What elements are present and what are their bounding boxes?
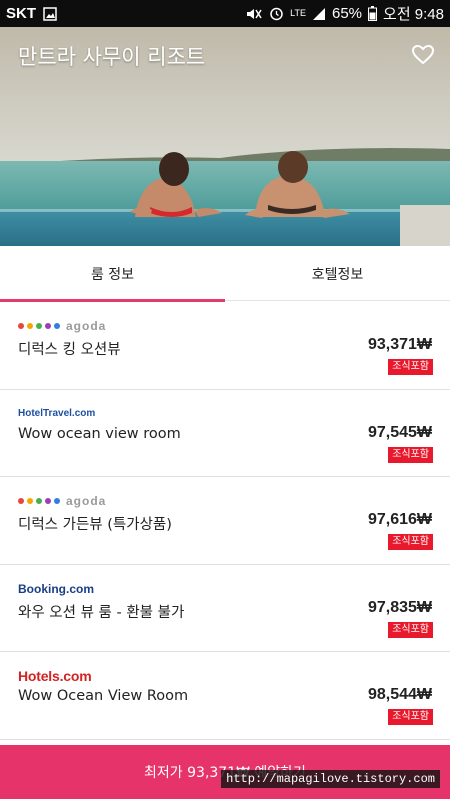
room-name: 디럭스 킹 오션뷰 [18, 342, 121, 358]
room-offer-row[interactable]: Booking.com 와우 오션 뷰 룸 - 환불 불가 97,835₩ 조식… [0, 565, 450, 652]
tab-hotel-info[interactable]: 호텔정보 [225, 246, 450, 301]
clock-label: 오전 9:48 [383, 6, 444, 23]
signal-icon [312, 7, 326, 21]
hotels-com-logo: Hotels.com [18, 668, 92, 684]
battery-label: 65% [332, 5, 363, 22]
booking-logo: Booking.com [18, 581, 95, 596]
room-offer-row[interactable]: HotelTravel.com Wow ocean view room 97,5… [0, 390, 450, 477]
agoda-logo: agoda [18, 318, 106, 334]
breakfast-badge: 조식포함 [388, 446, 433, 463]
room-offer-row[interactable]: agoda 디럭스 킹 오션뷰 93,371₩ 조식포함 [0, 302, 450, 390]
breakfast-badge: 조식포함 [388, 621, 433, 638]
room-offer-row[interactable]: agoda 디럭스 가든뷰 (특가상품) 97,616₩ 조식포함 [0, 477, 450, 565]
room-offer-row[interactable]: Hotels.com Wow Ocean View Room 98,544₩ 조… [0, 652, 450, 740]
room-name: Wow Ocean View Room [18, 688, 189, 704]
breakfast-badge: 조식포함 [388, 709, 433, 725]
breakfast-badge: 조식포함 [388, 534, 433, 550]
room-price: 97,545₩ [367, 423, 432, 441]
hoteltravel-logo: HotelTravel.com [18, 408, 96, 419]
room-price: 97,616₩ [367, 511, 432, 528]
agoda-logo: agoda [18, 493, 106, 509]
image-icon [43, 6, 57, 21]
watermark-url: http://mapagilove.tistory.com [221, 770, 440, 788]
breakfast-badge: 조식포함 [388, 359, 433, 375]
room-price: 98,544₩ [367, 686, 432, 703]
mute-icon [245, 7, 263, 21]
room-name: Wow ocean view room [18, 425, 181, 442]
status-bar: SKT LTE 65% 오전 9:48 [0, 0, 450, 27]
tab-bar: 룸 정보 호텔정보 [0, 246, 450, 302]
room-price: 93,371₩ [367, 336, 432, 353]
network-label: LTE [290, 8, 306, 18]
hotel-hero-image: 만트라 사무이 리조트 [0, 27, 450, 246]
carrier-label: SKT [6, 5, 36, 22]
alarm-icon [269, 6, 284, 21]
hotel-title: 만트라 사무이 리조트 [18, 45, 206, 69]
heart-outline-icon[interactable] [412, 45, 434, 65]
room-price: 97,835₩ [367, 598, 432, 616]
battery-icon [368, 6, 378, 21]
room-name: 와우 오션 뷰 룸 - 환불 불가 [18, 604, 185, 621]
room-name: 디럭스 가든뷰 (특가상품) [18, 517, 172, 533]
tab-room-info[interactable]: 룸 정보 [0, 246, 225, 302]
room-offer-list: agoda 디럭스 킹 오션뷰 93,371₩ 조식포함 HotelTravel… [0, 302, 450, 740]
